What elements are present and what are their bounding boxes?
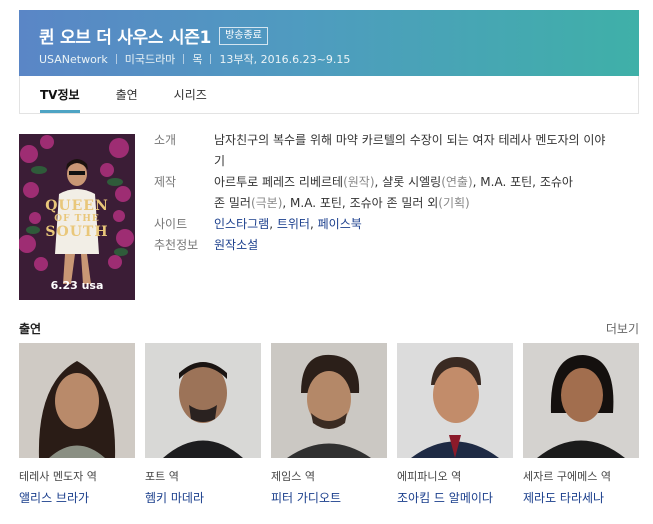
meta-divider xyxy=(210,54,212,64)
poster-image[interactable]: QUEEN OF THE SOUTH 6.23 usa xyxy=(19,134,135,300)
recommend-label: 추천정보 xyxy=(154,238,199,252)
tab-bar: TV정보 출연 시리즈 xyxy=(19,76,639,114)
credit-name[interactable]: 샬롯 시엘링 xyxy=(382,175,441,189)
cast-name[interactable]: 피터 가디오트 xyxy=(271,489,387,506)
cast-role: 세자르 구에메스 역 xyxy=(523,470,611,483)
cast-name[interactable]: 앨리스 브라가 xyxy=(19,489,135,506)
meta-divider xyxy=(115,54,117,64)
cast-card[interactable]: 포트 역 헴키 마데라 xyxy=(145,343,261,506)
tab-series[interactable]: 시리즈 xyxy=(174,76,207,113)
site-links: 인스타그램, 트위터, 페이스북 xyxy=(214,214,362,235)
tab-cast[interactable]: 출연 xyxy=(116,76,138,113)
more-cast-link[interactable]: 더보기 xyxy=(606,320,639,337)
credit-name[interactable]: 조슈아 존 밀러 외 xyxy=(350,196,439,210)
site-sep: , xyxy=(309,217,318,231)
cast-photo[interactable] xyxy=(19,343,135,458)
title-row: 퀸 오브 더 사우스 시즌1 방송종료 xyxy=(39,23,268,48)
network-label: USANetwork xyxy=(39,52,108,66)
cast-photo[interactable] xyxy=(271,343,387,458)
program-meta: USANetwork 미국드라마 목 13부작, 2016.6.23~9.15 xyxy=(39,51,350,67)
cast-name[interactable]: 헴키 마데라 xyxy=(145,489,261,506)
credit-sep: , xyxy=(341,196,350,210)
cast-photo[interactable] xyxy=(523,343,639,458)
synopsis-text: 남자친구의 복수를 위해 마약 카르텔의 수장이 되는 여자 테레사 멘도자의 … xyxy=(214,133,606,168)
poster-title-line2: SOUTH xyxy=(45,224,109,240)
production-row: 제작 아르투로 페레즈 리베르테(원작), 샬롯 시엘링(연출), M.A. 포… xyxy=(154,172,624,214)
program-title[interactable]: 퀸 오브 더 사우스 시즌1 xyxy=(39,23,211,48)
cast-card[interactable]: 세자르 구에메스 역 제라도 타라세나 xyxy=(523,343,639,506)
cast-role: 테레사 멘도자 역 xyxy=(19,470,97,483)
cast-card[interactable]: 에피파니오 역 조아킴 드 알메이다 xyxy=(397,343,513,506)
credit-sep: , xyxy=(532,175,540,189)
credit-role: (연출) xyxy=(441,175,473,189)
cast-name[interactable]: 제라도 타라세나 xyxy=(523,489,639,506)
credit-name[interactable]: 존 밀러 xyxy=(214,196,251,210)
credit-role: (기획) xyxy=(438,196,470,210)
poster-title-text: QUEEN OF THE SOUTH xyxy=(19,198,135,240)
cast-section-title: 출연 xyxy=(19,322,42,336)
cast-card[interactable]: 테레사 멘도자 역 앨리스 브라가 xyxy=(19,343,135,506)
cast-photo[interactable] xyxy=(145,343,261,458)
cast-role: 제임스 역 xyxy=(271,470,315,483)
credit-name[interactable]: 아르투로 페레즈 리베르테 xyxy=(214,175,343,189)
recommend-links: 원작소설 xyxy=(214,235,258,256)
cast-role: 에피파니오 역 xyxy=(397,470,462,483)
production-label: 제작 xyxy=(154,175,177,189)
credit-role: (원작) xyxy=(343,175,375,189)
genre-label: 미국드라마 xyxy=(124,53,176,66)
credit-name[interactable]: M.A. 포틴 xyxy=(290,196,342,210)
poster-title-line1: QUEEN xyxy=(45,198,109,214)
synopsis-label: 소개 xyxy=(154,133,177,147)
cast-name[interactable]: 조아킴 드 알메이다 xyxy=(397,489,513,506)
site-link-instagram[interactable]: 인스타그램 xyxy=(214,217,269,231)
credit-sep: , xyxy=(282,196,291,210)
production-credits: 아르투로 페레즈 리베르테(원작), 샬롯 시엘링(연출), M.A. 포틴, … xyxy=(214,172,614,214)
episodes-dates-label: 13부작, 2016.6.23~9.15 xyxy=(219,53,351,66)
site-label: 사이트 xyxy=(154,217,188,231)
recommend-link-novel[interactable]: 원작소설 xyxy=(214,238,258,252)
meta-divider xyxy=(183,54,185,64)
site-row: 사이트 인스타그램, 트위터, 페이스북 xyxy=(154,214,624,235)
credit-name[interactable]: M.A. 포틴 xyxy=(480,175,532,189)
site-sep: , xyxy=(269,217,277,231)
synopsis-row: 소개 남자친구의 복수를 위해 마약 카르텔의 수장이 되는 여자 테레사 멘도… xyxy=(154,130,624,172)
program-info: 소개 남자친구의 복수를 위해 마약 카르텔의 수장이 되는 여자 테레사 멘도… xyxy=(154,130,624,256)
cast-list: 테레사 멘도자 역 앨리스 브라가 포트 역 헴키 마데라 제임스 역 피터 가… xyxy=(19,343,639,506)
tab-tv-info[interactable]: TV정보 xyxy=(40,76,80,113)
site-link-facebook[interactable]: 페이스북 xyxy=(318,217,362,231)
program-header: 퀸 오브 더 사우스 시즌1 방송종료 USANetwork 미국드라마 목 1… xyxy=(19,10,639,76)
airday-label: 목 xyxy=(192,53,203,66)
site-link-twitter[interactable]: 트위터 xyxy=(277,217,310,231)
poster-date: 6.23 usa xyxy=(50,279,104,292)
credit-role: (극본) xyxy=(250,196,283,210)
credit-name[interactable]: 조슈아 xyxy=(540,175,573,189)
recommend-row: 추천정보 원작소설 xyxy=(154,235,624,256)
cast-section-header: 출연 더보기 xyxy=(19,320,639,337)
cast-photo[interactable] xyxy=(397,343,513,458)
status-badge: 방송종료 xyxy=(219,26,268,45)
cast-card[interactable]: 제임스 역 피터 가디오트 xyxy=(271,343,387,506)
cast-role: 포트 역 xyxy=(145,470,179,483)
